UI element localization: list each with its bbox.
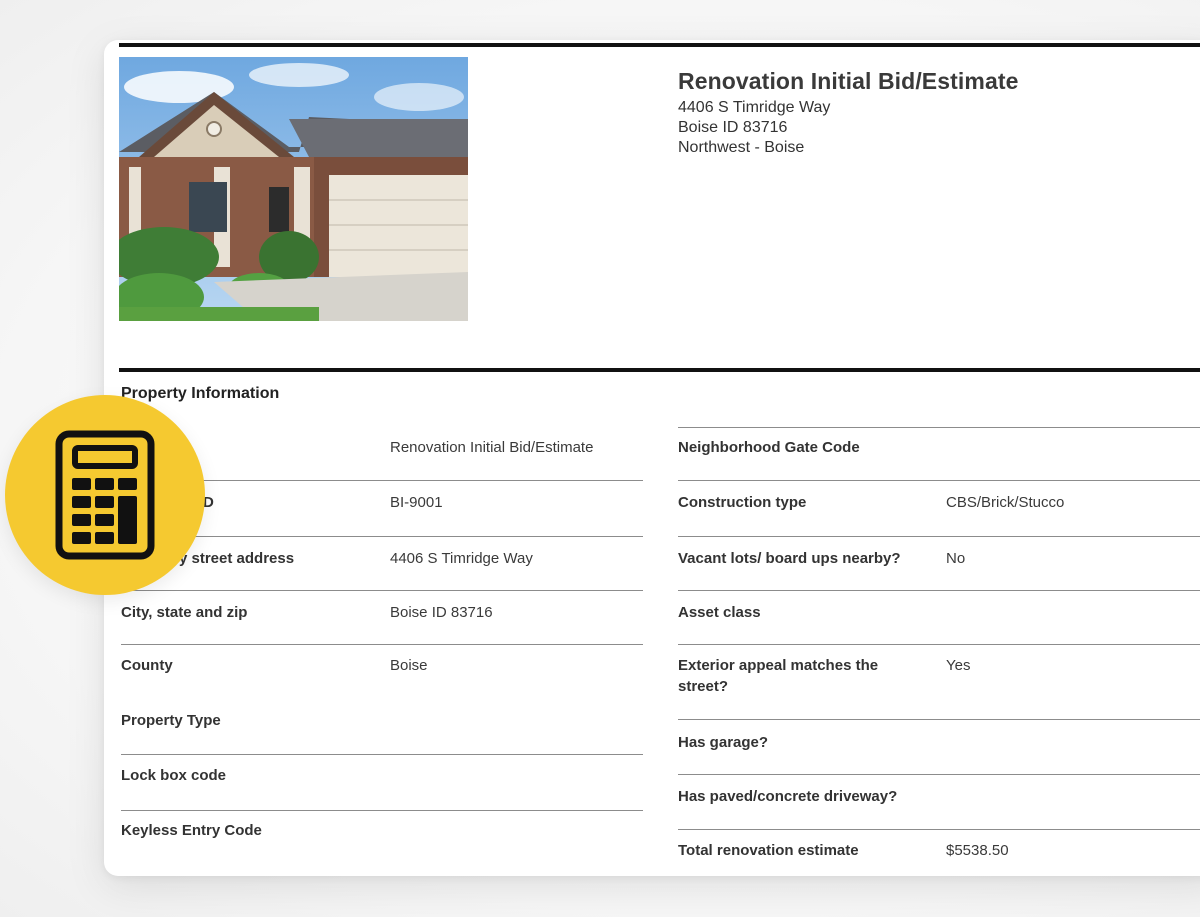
field-label: Vacant lots/ board ups nearby?	[678, 550, 901, 567]
field-label: County	[121, 657, 173, 674]
address-region: Northwest - Boise	[678, 139, 805, 156]
section-rule	[119, 368, 1200, 372]
row-divider	[678, 774, 1200, 775]
row-divider	[121, 810, 643, 811]
top-rule	[119, 43, 1200, 47]
field-label: Property Type	[121, 712, 221, 729]
field-value: Renovation Initial Bid/Estimate	[390, 439, 594, 456]
field-label: Asset class	[678, 604, 761, 621]
field-value: CBS/Brick/Stucco	[946, 494, 1065, 511]
field-value: $5538.50	[946, 842, 1009, 859]
field-value: Boise ID 83716	[390, 604, 493, 621]
row-divider	[678, 590, 1200, 591]
calculator-icon	[55, 430, 155, 560]
field-label: City, state and zip	[121, 604, 248, 621]
field-label: Lock box code	[121, 767, 227, 784]
estimate-document: Renovation Initial Bid/Estimate 4406 S T…	[104, 40, 1200, 876]
field-label: Keyless Entry Code	[121, 822, 262, 839]
row-divider	[121, 590, 643, 591]
field-label: Has garage?	[678, 734, 769, 751]
calculator-badge	[5, 395, 205, 595]
document-title: Renovation Initial Bid/Estimate	[678, 68, 1019, 94]
row-divider	[678, 644, 1200, 645]
row-divider	[121, 644, 643, 645]
house-photo	[119, 57, 468, 321]
field-label: Construction type	[678, 494, 807, 511]
field-value: Yes	[946, 657, 971, 674]
document-header: Renovation Initial Bid/Estimate 4406 S T…	[678, 68, 1019, 158]
field-label: Has paved/concrete driveway?	[678, 788, 898, 805]
field-label-continued: street?	[678, 678, 729, 695]
row-divider	[121, 536, 643, 537]
row-divider	[678, 427, 1200, 428]
row-divider	[678, 719, 1200, 720]
page-background: Renovation Initial Bid/Estimate 4406 S T…	[0, 0, 1200, 917]
section-title: Property Information	[121, 385, 280, 402]
field-value: 4406 S Timridge Way	[390, 550, 533, 567]
row-divider	[678, 536, 1200, 537]
address-street: 4406 S Timridge Way	[678, 99, 831, 116]
field-label: Neighborhood Gate Code	[678, 439, 860, 456]
field-value: No	[946, 550, 966, 567]
field-label: Exterior appeal matches the	[678, 657, 879, 674]
row-divider	[121, 754, 643, 755]
row-divider	[678, 480, 1200, 481]
field-value: BI-9001	[390, 494, 443, 511]
field-label: Total renovation estimate	[678, 842, 859, 859]
row-divider	[678, 829, 1200, 830]
address-city: Boise ID 83716	[678, 119, 788, 136]
field-value: Boise	[390, 657, 428, 674]
field-label: y street address	[179, 550, 295, 567]
